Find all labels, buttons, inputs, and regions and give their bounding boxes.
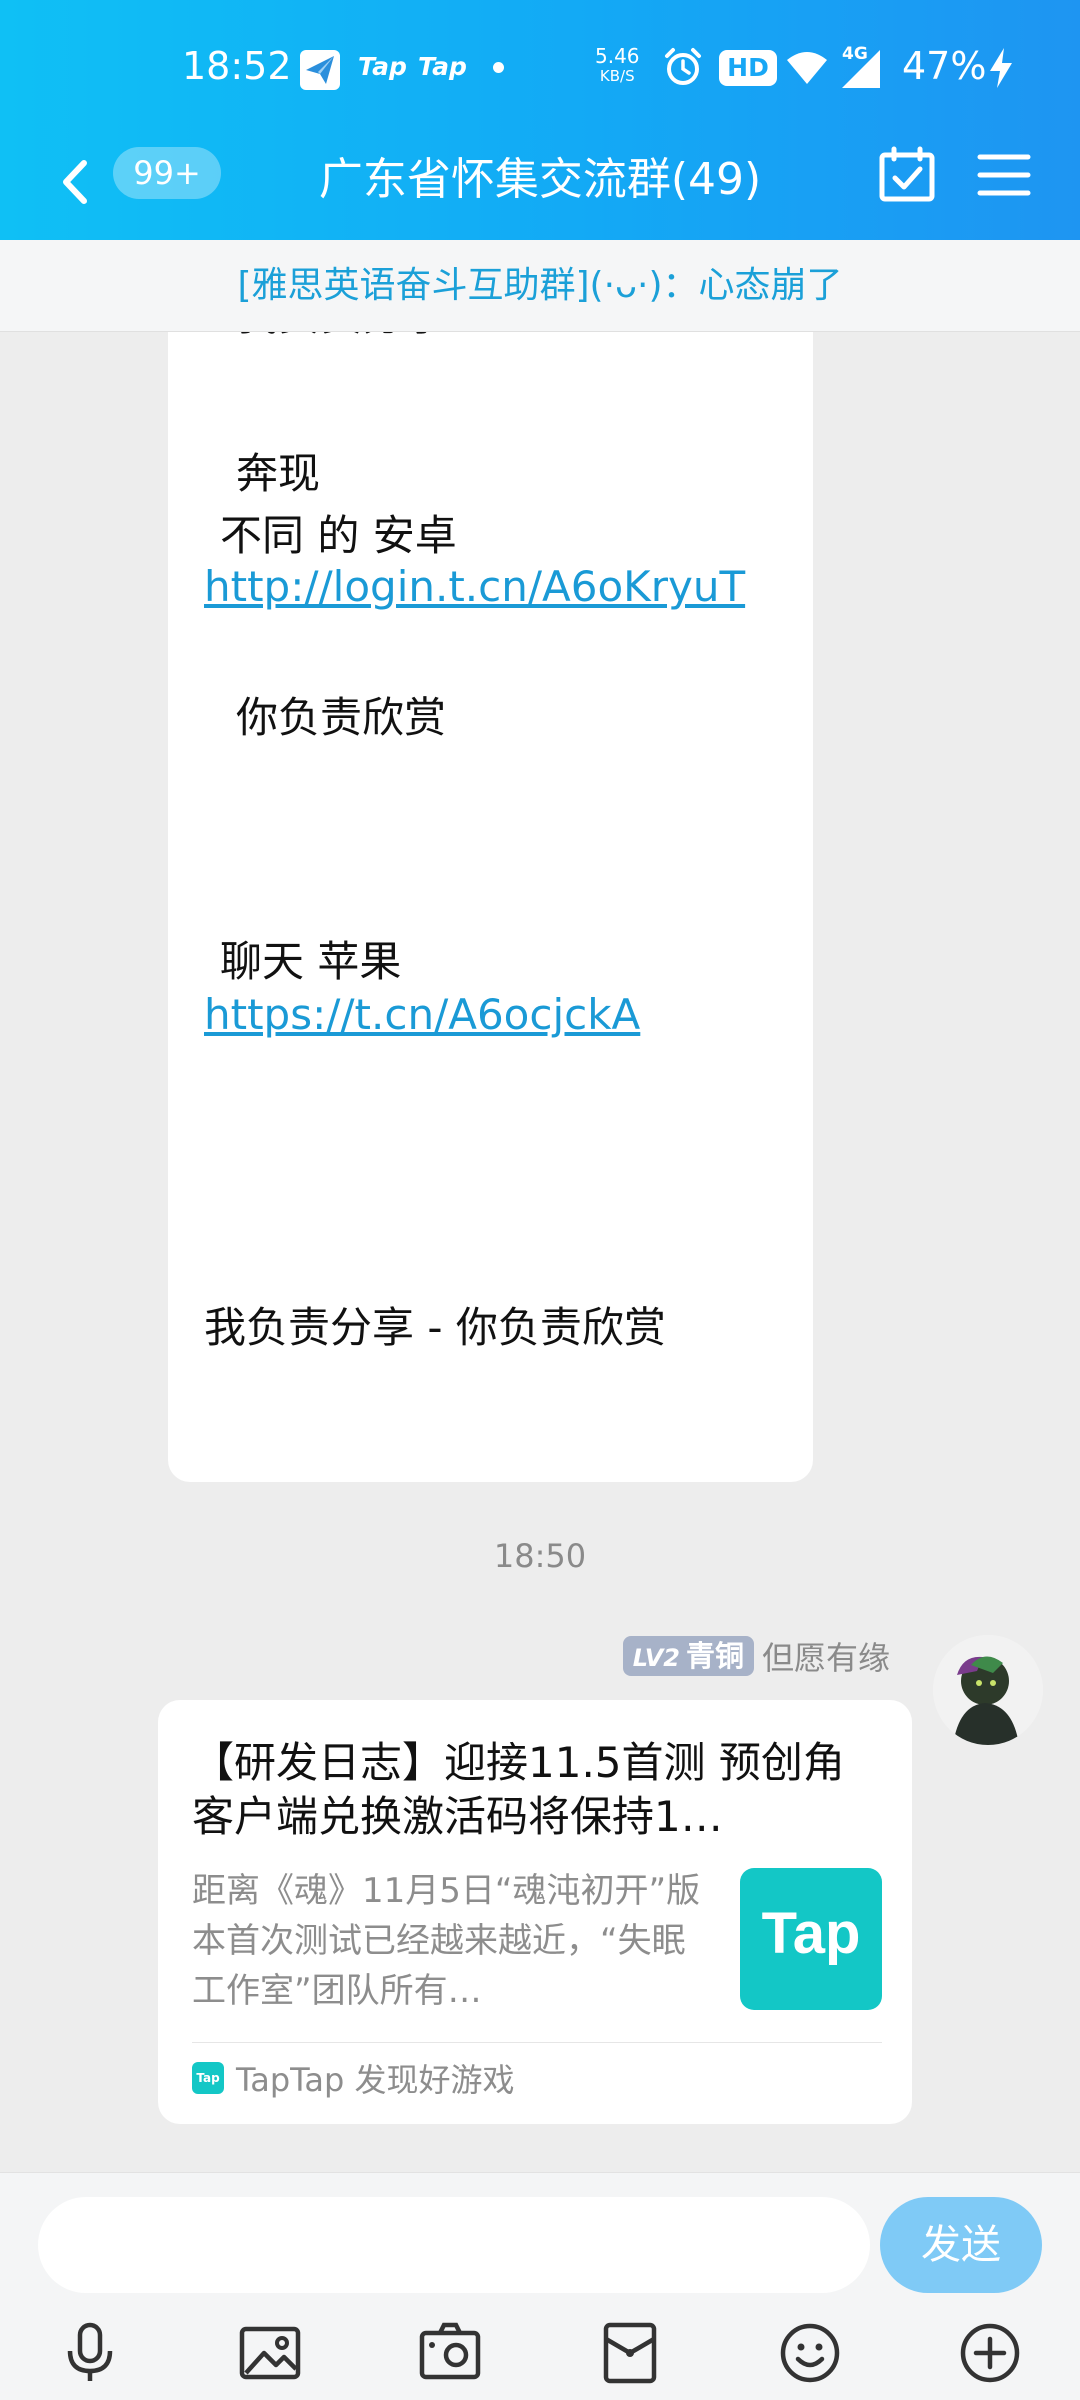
red-packet-icon[interactable] bbox=[598, 2321, 662, 2385]
card-source-label: TapTap 发现好游戏 bbox=[236, 2060, 515, 2099]
shared-link-card[interactable]: 【研发日志】迎接11.5首测 预创角客户端兑换激活码将保持1… 距离《魂》11月… bbox=[158, 1700, 912, 2124]
alarm-icon bbox=[662, 46, 704, 92]
wifi-icon bbox=[785, 50, 829, 90]
input-toolbar bbox=[0, 2313, 1080, 2400]
hd-voice-badge: HD bbox=[719, 50, 777, 86]
emoji-icon[interactable] bbox=[778, 2321, 842, 2385]
chat-header: 18:52 Tap Tap 5.46 KB/S HD 4G 47% 99+ 广东… bbox=[0, 0, 1080, 240]
back-button[interactable] bbox=[50, 147, 100, 217]
charging-icon bbox=[988, 48, 1014, 92]
chat-title: 广东省怀集交流群(49) bbox=[318, 154, 762, 205]
taptap-logo: Tap bbox=[740, 1868, 882, 2010]
input-panel: 发送 bbox=[0, 2172, 1080, 2400]
android-link[interactable]: http://login.t.cn/A6oKryuT bbox=[204, 562, 745, 611]
card-source: Tap TapTap 发现好游戏 bbox=[192, 2042, 882, 2102]
send-button[interactable]: 发送 bbox=[880, 2197, 1042, 2293]
message-bubble[interactable]: 我负责分享 奔现 不同 的 安卓 http://login.t.cn/A6oKr… bbox=[168, 332, 813, 1482]
microphone-icon[interactable] bbox=[58, 2321, 122, 2385]
message-text: 你负责欣赏 bbox=[236, 693, 447, 742]
group-checkin-button[interactable] bbox=[878, 145, 936, 203]
battery-level: 47% bbox=[902, 44, 987, 88]
message-text: 不同 的 安卓 bbox=[220, 511, 457, 560]
network-speed: 5.46 KB/S bbox=[595, 44, 640, 85]
card-description: 距离《魂》11月5日“魂沌初开”版本首次测试已经越来越近，“失眠工作室”团队所有… bbox=[192, 1871, 701, 2011]
taptap-notification-1: Tap bbox=[358, 52, 407, 81]
hamburger-menu-icon bbox=[977, 154, 1031, 196]
message-timestamp: 18:50 bbox=[493, 1537, 587, 1575]
message-input[interactable] bbox=[38, 2197, 870, 2293]
plus-icon[interactable] bbox=[958, 2321, 1022, 2385]
avatar-image bbox=[933, 1635, 1043, 1745]
chevron-left-icon bbox=[63, 160, 87, 204]
image-icon[interactable] bbox=[238, 2321, 302, 2385]
app-notification-icon bbox=[300, 50, 340, 90]
sender-name[interactable]: 但愿有缘 bbox=[762, 1633, 890, 1679]
menu-button[interactable] bbox=[976, 147, 1032, 203]
taptap-app-icon: Tap bbox=[192, 2061, 224, 2094]
calendar-check-icon bbox=[879, 146, 935, 202]
level-badge: LV2 青铜 bbox=[622, 1636, 754, 1676]
taptap-notification-2: Tap bbox=[418, 52, 467, 81]
status-time: 18:52 bbox=[182, 44, 292, 88]
camera-icon[interactable] bbox=[418, 2321, 482, 2385]
sender-info: LV2 青铜 但愿有缘 bbox=[622, 1633, 890, 1679]
message-text: 我负责分享 bbox=[236, 332, 446, 343]
avatar[interactable] bbox=[933, 1635, 1043, 1745]
message-text: 聊天 苹果 bbox=[220, 937, 402, 986]
message-text: 我负责分享 - 你负责欣赏 bbox=[204, 1303, 666, 1352]
other-group-notice[interactable]: [雅思英语奋斗互助群](·ᴗ·)：心态崩了 bbox=[0, 240, 1080, 332]
unread-count-badge[interactable]: 99+ bbox=[113, 147, 221, 199]
nav-bar: 99+ 广东省怀集交流群(49) bbox=[0, 135, 1080, 240]
message-list[interactable]: 我负责分享 奔现 不同 的 安卓 http://login.t.cn/A6oKr… bbox=[0, 332, 1080, 2172]
card-title: 【研发日志】迎接11.5首测 预创角客户端兑换激活码将保持1… bbox=[192, 1738, 845, 1841]
ios-link[interactable]: https://t.cn/A6ocjckA bbox=[204, 990, 640, 1039]
status-bar: 18:52 Tap Tap 5.46 KB/S HD 4G 47% bbox=[0, 0, 1080, 135]
signal-icon bbox=[842, 50, 882, 92]
more-notifications-dot bbox=[493, 62, 504, 73]
message-text: 奔现 bbox=[236, 449, 321, 498]
